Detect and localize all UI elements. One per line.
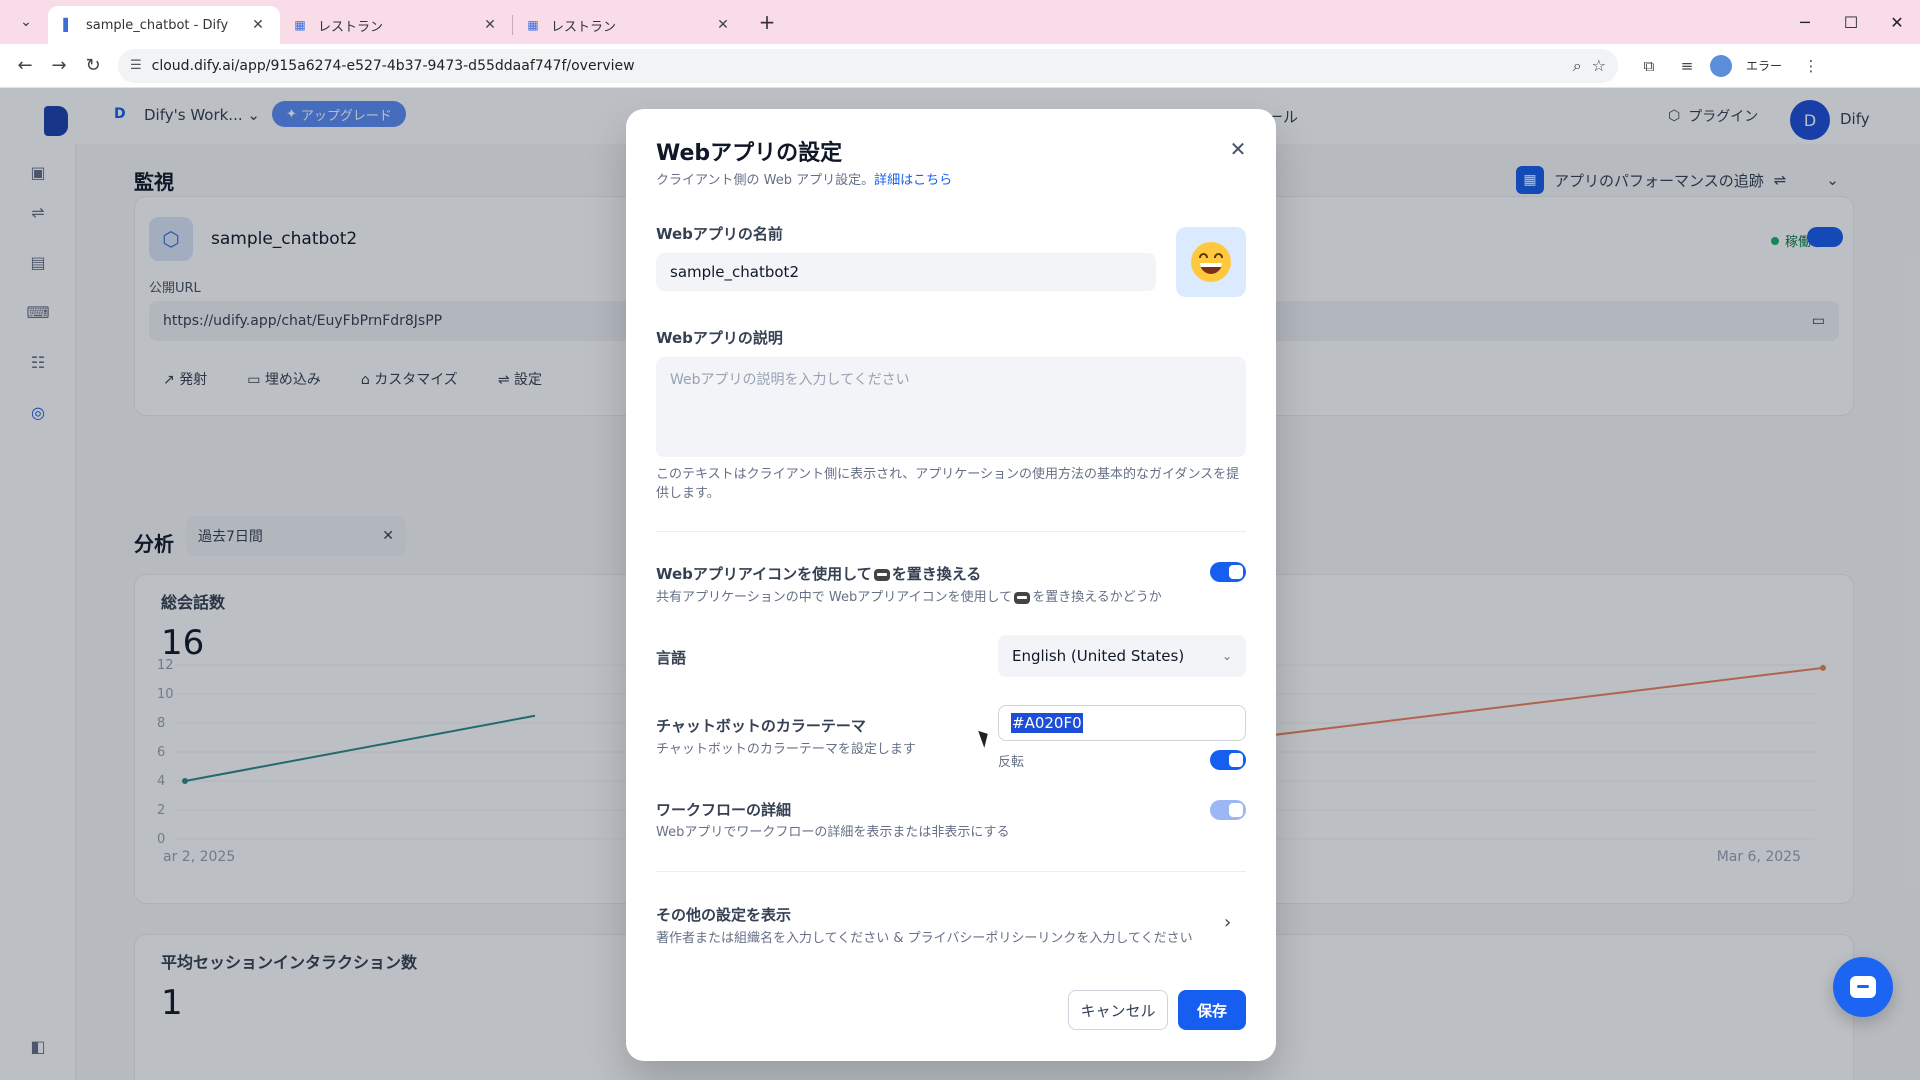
address-bar[interactable]: ☰ cloud.dify.ai/app/915a6274-e527-4b37-9… — [118, 48, 1618, 83]
star-icon[interactable]: ☆ — [1592, 56, 1606, 75]
close-icon: ✕ — [1890, 12, 1904, 32]
app-icon-picker[interactable] — [1176, 227, 1246, 297]
new-tab-button[interactable]: + — [751, 6, 783, 38]
close-icon[interactable]: ✕ — [713, 15, 733, 35]
invert-label: 反転 — [998, 755, 1025, 770]
grinning-face-emoji-icon — [1191, 242, 1231, 282]
workflow-label: ワークフローの詳細 — [656, 801, 792, 819]
workflow-toggle[interactable] — [1210, 800, 1246, 820]
color-theme-hint: チャットボットのカラーテーマを設定します — [656, 742, 916, 757]
close-modal-button[interactable]: ✕ — [1224, 135, 1252, 163]
webapp-name-input[interactable] — [656, 253, 1156, 291]
modal-title: Webアプリの設定 — [656, 141, 843, 166]
media-icon[interactable]: ≡ — [1672, 51, 1702, 81]
chat-bot-icon — [1850, 976, 1876, 998]
minimize-icon: ─ — [1800, 12, 1810, 32]
chat-support-button[interactable] — [1833, 957, 1893, 1017]
reload-icon: ↻ — [85, 55, 101, 76]
close-icon[interactable]: ✕ — [480, 15, 500, 35]
divider — [656, 531, 1246, 532]
icon-replace-hint-b: を置き換えるかどうか — [1032, 590, 1162, 605]
save-button[interactable]: 保存 — [1178, 990, 1246, 1030]
icon-replace-hint-a: 共有アプリケーションの中で Webアプリアイコンを使用して — [656, 590, 1013, 605]
browser-tab-active[interactable]: ▌ sample_chatbot - Dify ✕ — [48, 6, 280, 44]
close-icon[interactable]: ✕ — [248, 15, 268, 35]
back-button[interactable]: ← — [8, 49, 42, 83]
webapp-description-textarea[interactable] — [656, 357, 1246, 457]
more-settings-label[interactable]: その他の設定を表示 — [656, 904, 791, 925]
plus-icon: + — [758, 10, 776, 34]
minimize-button[interactable]: ─ — [1782, 0, 1828, 44]
maximize-icon: ☐ — [1843, 12, 1859, 32]
learn-more-link[interactable]: 詳細はこちら — [874, 173, 952, 188]
chevron-down-icon: ⌄ — [20, 14, 32, 30]
description-hint: このテキストはクライアント側に表示され、アプリケーションの使用方法の基本的なガイ… — [656, 467, 1240, 501]
toolbar-icons: ⧉ ≡ エラー ⋮ — [1634, 51, 1826, 81]
window-controls: ─ ☐ ✕ — [1782, 0, 1920, 44]
color-value-selected[interactable]: #A020F0 — [1011, 713, 1083, 733]
language-select[interactable]: English (United States) ⌄ — [998, 635, 1246, 677]
description-label: Webアプリの説明 — [656, 329, 783, 347]
webapp-settings-modal: Webアプリの設定 ✕ クライアント側の Web アプリ設定。詳細はこちら We… — [626, 109, 1276, 1061]
close-icon: ✕ — [1229, 137, 1247, 161]
tab-title: sample_chatbot - Dify — [86, 17, 229, 33]
maximize-button[interactable]: ☐ — [1828, 0, 1874, 44]
robot-icon — [873, 568, 890, 581]
invert-toggle[interactable] — [1210, 750, 1246, 770]
browser-tab[interactable]: ▦ レストラン ✕ — [513, 6, 745, 44]
extensions-icon[interactable]: ⧉ — [1634, 51, 1664, 81]
table-favicon-icon: ▦ — [294, 18, 306, 32]
menu-icon[interactable]: ⋮ — [1796, 51, 1826, 81]
error-indicator[interactable]: エラー — [1740, 53, 1788, 78]
color-theme-input[interactable]: #A020F0 — [998, 705, 1246, 741]
reload-button[interactable]: ↻ — [76, 49, 110, 83]
color-theme-label: チャットボットのカラーテーマ — [656, 717, 866, 735]
divider — [656, 871, 1246, 872]
table-favicon-icon: ▦ — [527, 18, 539, 32]
modal-subtitle-text: クライアント側の Web アプリ設定。 — [656, 173, 875, 188]
icon-replace-label-a: Webアプリアイコンを使用して — [656, 565, 872, 583]
zoom-icon[interactable]: ⌕ — [1573, 56, 1582, 76]
arrow-left-icon: ← — [17, 55, 33, 76]
profile-avatar[interactable] — [1710, 54, 1732, 77]
dify-favicon-icon: ▌ — [63, 18, 73, 32]
close-window-button[interactable]: ✕ — [1874, 0, 1920, 44]
icon-replace-hint: 共有アプリケーションの中で Webアプリアイコンを使用して を置き換えるかどうか — [656, 588, 1162, 607]
robot-icon — [1014, 591, 1031, 604]
browser-tab[interactable]: ▦ レストラン ✕ — [280, 6, 512, 44]
tab-title: レストラン — [551, 19, 617, 35]
workflow-hint: Webアプリでワークフローの詳細を表示または非表示にする — [656, 825, 1010, 840]
language-label: 言語 — [656, 649, 687, 667]
tab-search-button[interactable]: ⌄ — [8, 6, 44, 38]
cancel-button[interactable]: キャンセル — [1068, 990, 1168, 1030]
icon-replace-label-b: を置き換える — [891, 565, 982, 583]
language-value: English (United States) — [1012, 647, 1185, 665]
site-info-icon[interactable]: ☰ — [130, 58, 142, 73]
chevron-right-icon[interactable]: › — [1224, 912, 1231, 933]
icon-replace-label: Webアプリアイコンを使用して を置き換える — [656, 563, 981, 584]
forward-button[interactable]: → — [42, 49, 76, 83]
modal-subtitle: クライアント側の Web アプリ設定。詳細はこちら — [656, 169, 952, 188]
chevron-down-icon: ⌄ — [1221, 649, 1232, 663]
browser-tab-bar: ⌄ ▌ sample_chatbot - Dify ✕ ▦ レストラン ✕ ▦ … — [0, 0, 1920, 44]
url-text[interactable]: cloud.dify.ai/app/915a6274-e527-4b37-947… — [152, 58, 1563, 74]
tab-title: レストラン — [318, 19, 384, 35]
more-settings-hint: 著作者または組織名を入力してください & プライバシーポリシーリンクを入力してく… — [656, 931, 1193, 946]
name-label: Webアプリの名前 — [656, 225, 783, 243]
browser-toolbar: ← → ↻ ☰ cloud.dify.ai/app/915a6274-e527-… — [0, 44, 1920, 88]
icon-replace-toggle[interactable] — [1210, 562, 1246, 582]
arrow-right-icon: → — [51, 55, 67, 76]
